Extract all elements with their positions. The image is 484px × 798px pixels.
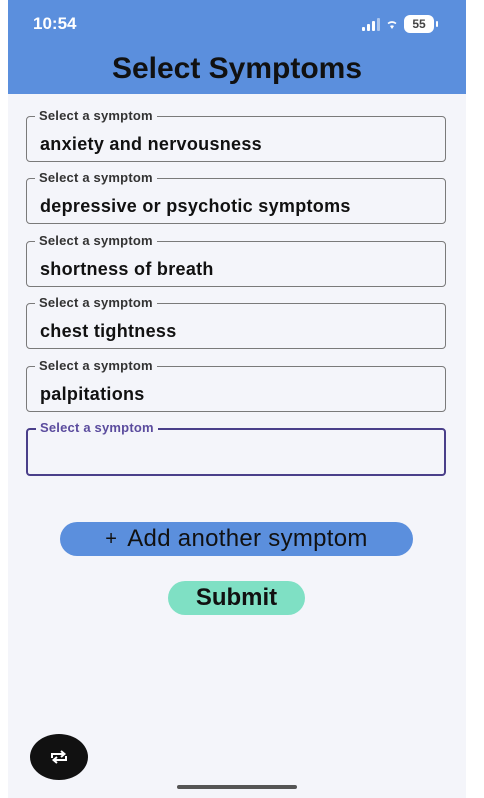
status-time: 10:54 [33,14,77,33]
wifi-icon [387,21,397,29]
status-indicators: 55 [362,14,438,34]
symptom-select-label: Select a symptom [36,420,158,436]
symptom-select-value: shortness of breath [40,259,214,279]
symptom-select-6[interactable]: Select a symptom [26,420,446,476]
symptom-select-4[interactable]: Select a symptom chest tightness [26,295,446,349]
plus-icon: + [105,527,118,550]
submit-label: Submit [195,584,278,611]
symptom-select-label: Select a symptom [35,108,157,124]
symptom-select-value: palpitations [40,384,145,404]
symptom-select-label: Select a symptom [35,170,157,186]
symptom-select-3[interactable]: Select a symptom shortness of breath [26,233,446,287]
home-indicator [177,785,297,789]
add-symptom-button[interactable]: + Add another symptom [60,522,413,556]
symptom-select-value: anxiety and nervousness [40,134,262,154]
battery-indicator: 55 [404,15,438,33]
symptom-select-label: Select a symptom [35,358,157,374]
submit-button[interactable]: Submit [168,581,305,615]
symptom-select-label: Select a symptom [35,295,157,311]
app-frame: 10:54 55 Select Symptoms Select a sympto… [8,0,466,798]
symptom-select-2[interactable]: Select a symptom depressive or psychotic… [26,170,446,224]
symptom-select-value: chest tightness [40,321,177,341]
rotate-screen-button[interactable] [30,734,88,780]
app-header: 10:54 55 Select Symptoms [8,0,466,94]
add-symptom-label: Add another symptom [127,525,368,552]
signal-icon [362,17,380,31]
symptom-select-1[interactable]: Select a symptom anxiety and nervousness [26,108,446,162]
symptom-select-5[interactable]: Select a symptom palpitations [26,358,446,412]
symptom-select-label: Select a symptom [35,233,157,249]
page-title: Select Symptoms [111,52,363,85]
symptom-select-value: depressive or psychotic symptoms [40,196,351,216]
rotate-screen-icon [51,750,67,764]
